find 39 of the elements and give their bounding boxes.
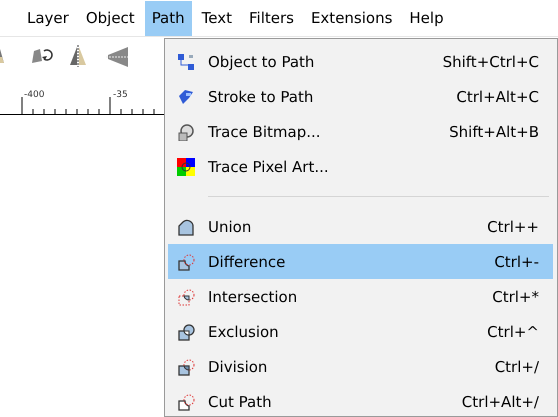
trace-pixel-icon [177,158,195,176]
exclusion-icon [177,322,195,340]
menu-item[interactable]: Union Ctrl++ [168,209,553,244]
menu-item[interactable]: Trace Pixel Art... [168,149,553,184]
menu-item[interactable]: Stroke to Path Ctrl+Alt+C [168,79,553,114]
difference-icon [177,252,195,270]
menu-bar-item[interactable]: Text [194,0,239,36]
shortcut-text: Ctrl+Alt+C [456,88,540,106]
shortcut-text: Ctrl+- [494,252,540,270]
menu-item[interactable]: Division Ctrl+/ [168,349,553,384]
menu-bar-item[interactable]: Filters [242,0,301,36]
menu-bar-item[interactable]: Help [402,0,451,36]
menu-item[interactable]: Exclusion Ctrl+^ [168,314,553,349]
intersection-icon [177,288,195,306]
menu-bar-item[interactable]: Object [78,0,142,36]
division-icon [177,358,195,376]
shortcut-text: Shift+Alt+B [449,122,540,140]
ruler-label: -400 [24,90,44,100]
shortcut-text: Ctrl+/ [494,358,540,376]
perspective-icon[interactable] [106,45,130,69]
shortcut-text: Ctrl+Alt+/ [462,392,540,410]
menu-item[interactable]: Difference Ctrl+- [168,244,553,279]
object-to-path-icon [177,52,195,70]
menu-item[interactable]: Cut Path Ctrl+Alt+/ [168,384,553,416]
menu-bar-item[interactable]: Path [144,0,192,36]
menu-bar-item[interactable]: Layer [20,0,76,36]
stroke-to-path-icon [177,88,195,106]
shortcut-text: Shift+Ctrl+C [442,52,540,70]
menu-item[interactable]: Trace Bitmap... Shift+Alt+B [168,114,553,149]
shortcut-text: Ctrl+^ [487,322,540,340]
shortcut-text: Ctrl+* [492,288,540,306]
ruler-label: -35 [113,90,128,100]
menu-item[interactable]: Intersection Ctrl+* [168,279,553,314]
trace-bitmap-icon [177,122,195,140]
menu-bar-item[interactable]: Extensions [304,0,400,36]
shortcut-text: Ctrl++ [487,218,540,236]
cut-path-icon [177,392,195,410]
union-icon [177,218,195,236]
menu-item[interactable]: Object to Path Shift+Ctrl+C [168,44,553,79]
